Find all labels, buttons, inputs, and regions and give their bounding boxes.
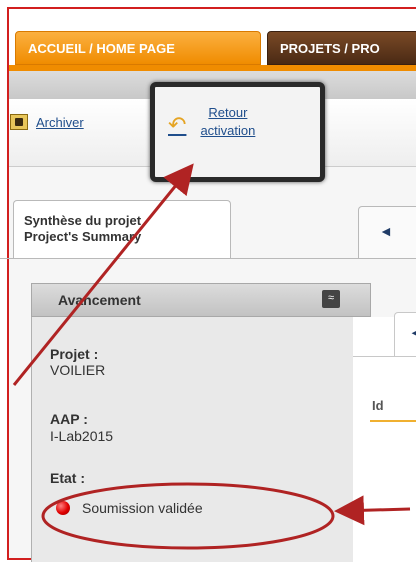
collapse-icon[interactable]: ≈	[322, 290, 340, 308]
archive-icon	[10, 114, 28, 130]
id-label: Id	[372, 398, 384, 413]
status-indicator: Soumission validée	[56, 500, 203, 516]
field-value-aap: I-Lab2015	[50, 428, 114, 444]
tab-projets[interactable]: PROJETS / PRO	[267, 31, 416, 65]
tab-summary-line1: Synthèse du projet	[24, 213, 142, 228]
panel-header: Avancement	[31, 283, 371, 317]
subtab-baseline	[0, 258, 416, 259]
field-value-projet: VOILIER	[50, 362, 106, 378]
field-label-aap: AAP :	[50, 411, 88, 427]
right-left-arrow-icon: ◄	[409, 325, 416, 340]
red-status-dot-icon	[56, 501, 70, 515]
archive-label: Archiver	[36, 114, 84, 130]
tab-nav-previous[interactable]: ◄	[358, 206, 416, 258]
retour-label-line2: activation	[200, 123, 256, 138]
retour-label-line1: Retour	[208, 105, 248, 120]
right-tab-baseline	[353, 356, 416, 357]
archive-button[interactable]: Archiver	[10, 114, 84, 130]
tab-summary-line2: Project's Summary	[24, 229, 142, 244]
status-text: Soumission validée	[82, 500, 203, 516]
field-label-projet: Projet :	[50, 346, 99, 362]
panel-title: Avancement	[58, 292, 141, 308]
id-underline	[370, 420, 416, 422]
retour-activation-button[interactable]: ↶ Retour activation	[168, 104, 255, 140]
left-arrow-icon: ◄	[379, 223, 393, 239]
tab-home-label: ACCUEIL / HOME PAGE	[28, 40, 175, 56]
tab-home[interactable]: ACCUEIL / HOME PAGE	[15, 31, 261, 65]
right-tab-previous[interactable]: ◄	[394, 312, 416, 356]
field-label-etat: Etat :	[50, 470, 85, 486]
tab-project-summary[interactable]: Synthèse du projet Project's Summary	[13, 200, 231, 258]
tab-projets-label: PROJETS / PRO	[280, 40, 380, 56]
undo-arrow-icon: ↶	[168, 112, 187, 137]
